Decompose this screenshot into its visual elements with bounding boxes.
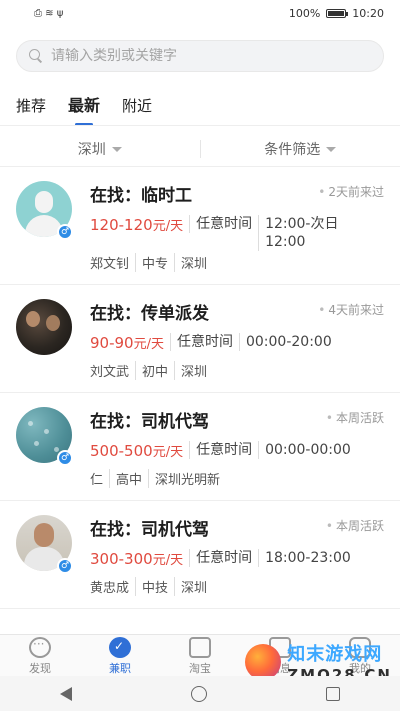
work-hours: 18:00-23:00 bbox=[258, 549, 357, 567]
city-filter[interactable]: 深圳 bbox=[0, 139, 200, 159]
avatar bbox=[16, 299, 72, 355]
education: 中技 bbox=[135, 577, 174, 596]
caret-down-icon bbox=[111, 146, 122, 152]
home-icon[interactable] bbox=[190, 685, 207, 702]
list-item[interactable]: ♂ 在找：司机代驾 本周活跃 500-500元/天 任意时间 00:00-00:… bbox=[0, 393, 400, 501]
availability: 任意时间 bbox=[169, 333, 239, 351]
availability: 任意时间 bbox=[189, 215, 258, 233]
work-hours: 00:00-00:00 bbox=[258, 441, 357, 459]
tab-latest[interactable]: 最新 bbox=[68, 92, 100, 122]
conditions-filter-label: 条件筛选 bbox=[264, 142, 321, 158]
nav-label: 淘宝 bbox=[189, 662, 211, 675]
watermark-title: 知末游戏网 bbox=[287, 644, 383, 665]
nav-discover[interactable]: 发现 bbox=[0, 635, 80, 676]
education: 中专 bbox=[135, 253, 174, 272]
status-bar: ⎙ ≋ ψ 100% 10:20 bbox=[0, 0, 400, 26]
battery-percent: 100% bbox=[288, 6, 321, 20]
battery-icon bbox=[326, 8, 349, 18]
work-hours: 00:00-20:00 bbox=[238, 333, 338, 351]
search-bar[interactable] bbox=[16, 40, 384, 72]
caret-down-icon bbox=[326, 146, 337, 152]
tab-nearby[interactable]: 附近 bbox=[122, 95, 152, 122]
nav-shop[interactable]: 淘宝 bbox=[160, 635, 240, 676]
discover-icon bbox=[29, 637, 51, 658]
city-filter-label: 深圳 bbox=[77, 142, 106, 158]
user-name: 仁 bbox=[90, 473, 104, 488]
back-icon[interactable] bbox=[59, 686, 72, 701]
feed-tabs: 推荐 最新 附近 bbox=[16, 92, 152, 122]
salary: 500-500元/天 bbox=[90, 441, 189, 460]
salary-unit: 元/天 bbox=[152, 219, 184, 234]
salary-unit: 元/天 bbox=[152, 553, 184, 568]
profile-tags: 黄忠成 中技 深圳 bbox=[90, 577, 213, 596]
parttime-icon bbox=[109, 637, 131, 658]
list-item[interactable]: ♂ 在找：司机代驾 本周活跃 300-300元/天 任意时间 18:00-23:… bbox=[0, 501, 400, 609]
location: 深圳 bbox=[174, 577, 213, 596]
salary-range: 90-90 bbox=[90, 334, 134, 352]
job-title: 在找：传单派发 bbox=[90, 304, 209, 324]
male-gender-icon: ♂ bbox=[57, 558, 73, 574]
user-name: 郑文钊 bbox=[90, 257, 130, 272]
list-item[interactable]: ♂ 在找：临时工 2天前来过 120-120元/天 任意时间 12:00-次日1… bbox=[0, 167, 400, 285]
education: 高中 bbox=[109, 469, 148, 488]
availability: 任意时间 bbox=[189, 441, 258, 459]
availability: 任意时间 bbox=[189, 549, 258, 567]
active-status: 4天前来过 bbox=[318, 301, 384, 318]
active-status: 本周活跃 bbox=[326, 409, 384, 426]
salary-range: 300-300 bbox=[90, 550, 153, 568]
location: 深圳 bbox=[174, 361, 213, 380]
tab-recommend[interactable]: 推荐 bbox=[16, 95, 46, 122]
salary-unit: 元/天 bbox=[133, 337, 164, 352]
search-input[interactable] bbox=[51, 48, 351, 64]
job-details: 120-120元/天 任意时间 12:00-次日12:00 bbox=[90, 215, 358, 251]
job-title: 在找：司机代驾 bbox=[90, 520, 209, 540]
user-name: 刘文武 bbox=[90, 365, 130, 380]
profile-tags: 刘文武 初中 深圳 bbox=[90, 361, 213, 380]
salary: 120-120元/天 bbox=[90, 215, 189, 234]
male-gender-icon: ♂ bbox=[57, 450, 73, 466]
system-nav-bar bbox=[0, 676, 400, 711]
profile-tags: 郑文钊 中专 深圳 bbox=[90, 253, 213, 272]
search-icon bbox=[29, 49, 43, 63]
active-status: 本周活跃 bbox=[326, 517, 384, 534]
nav-label: 发现 bbox=[29, 662, 51, 675]
job-details: 300-300元/天 任意时间 18:00-23:00 bbox=[90, 549, 357, 568]
shop-icon bbox=[189, 637, 211, 658]
job-title: 在找：临时工 bbox=[90, 186, 192, 206]
nav-parttime[interactable]: 兼职 bbox=[80, 635, 160, 676]
location: 深圳光明新 bbox=[148, 469, 226, 488]
filter-bar: 深圳 条件筛选 bbox=[0, 134, 400, 164]
status-left-icons: ⎙ ≋ ψ bbox=[34, 7, 64, 19]
clock: 10:20 bbox=[352, 6, 384, 20]
active-status: 2天前来过 bbox=[318, 183, 384, 200]
salary: 90-90元/天 bbox=[90, 333, 170, 352]
job-details: 90-90元/天 任意时间 00:00-20:00 bbox=[90, 333, 338, 352]
watermark-logo-icon bbox=[245, 644, 282, 680]
location: 深圳 bbox=[174, 253, 213, 272]
status-icons: ⎙ ≋ ψ bbox=[34, 8, 63, 19]
list-item[interactable]: 在找：传单派发 4天前来过 90-90元/天 任意时间 00:00-20:00 … bbox=[0, 285, 400, 393]
divider bbox=[0, 125, 400, 126]
salary: 300-300元/天 bbox=[90, 549, 189, 568]
salary-range: 120-120 bbox=[90, 216, 153, 234]
work-hours: 12:00-次日12:00 bbox=[258, 215, 358, 251]
salary-unit: 元/天 bbox=[152, 445, 184, 460]
conditions-filter[interactable]: 条件筛选 bbox=[201, 139, 400, 159]
user-name: 黄忠成 bbox=[90, 581, 130, 596]
profile-tags: 仁 高中 深圳光明新 bbox=[90, 469, 226, 488]
salary-range: 500-500 bbox=[90, 442, 153, 460]
status-right: 100% 10:20 bbox=[289, 7, 384, 20]
education: 初中 bbox=[135, 361, 174, 380]
recent-apps-icon[interactable] bbox=[326, 686, 341, 701]
job-title: 在找：司机代驾 bbox=[90, 412, 209, 432]
nav-label: 兼职 bbox=[109, 662, 131, 675]
male-gender-icon: ♂ bbox=[57, 224, 73, 240]
job-list: ♂ 在找：临时工 2天前来过 120-120元/天 任意时间 12:00-次日1… bbox=[0, 167, 400, 609]
job-details: 500-500元/天 任意时间 00:00-00:00 bbox=[90, 441, 357, 460]
